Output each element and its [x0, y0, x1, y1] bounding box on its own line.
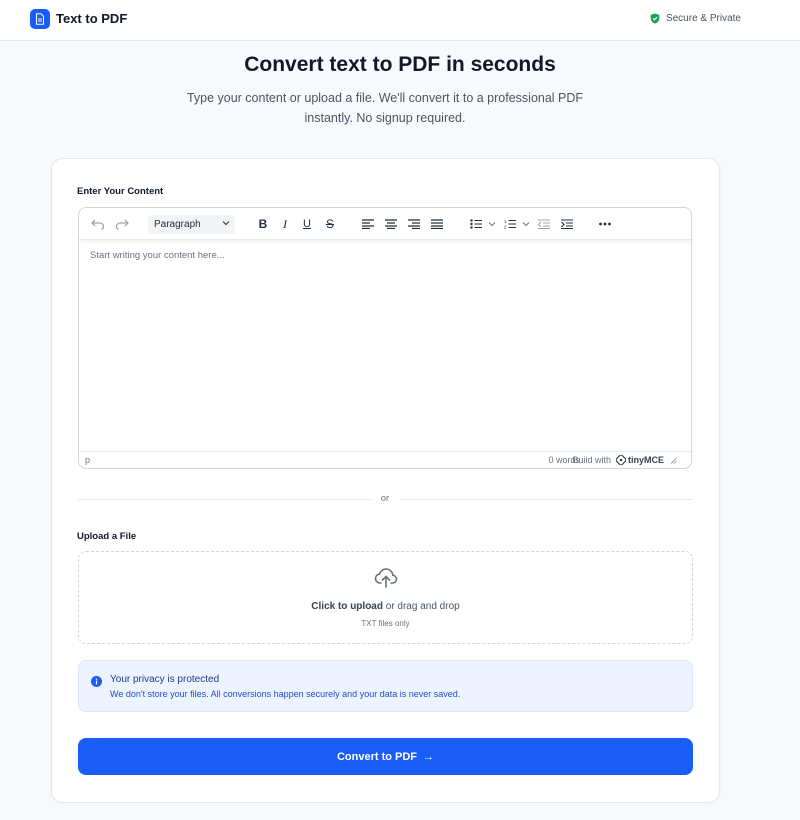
redo-icon[interactable]: [113, 215, 131, 233]
dropzone-instructions: Click to upload or drag and drop: [79, 601, 692, 612]
click-to-upload-link[interactable]: Click to upload: [311, 601, 383, 612]
underline-button[interactable]: U: [298, 215, 316, 233]
align-left-icon[interactable]: [359, 215, 377, 233]
more-icon[interactable]: [596, 215, 614, 233]
editor-body-placeholder[interactable]: Start writing your content here...: [90, 250, 225, 261]
file-type-hint: TXT files only: [361, 619, 410, 628]
secure-badge: Secure & Private: [650, 13, 741, 24]
privacy-notice: Your privacy is protected We don't store…: [78, 660, 693, 712]
align-justify-icon[interactable]: [428, 215, 446, 233]
page-title: Convert text to PDF in seconds: [244, 53, 556, 76]
document-logo-icon[interactable]: [30, 9, 50, 29]
undo-icon[interactable]: [89, 215, 107, 233]
page-subtitle: Type your content or upload a file. We'l…: [186, 91, 584, 125]
editor-toolbar: Paragraph B I U S 12: [79, 208, 691, 240]
tinymce-brand: tinyMCE: [628, 455, 664, 465]
align-center-icon[interactable]: [382, 215, 400, 233]
resize-handle-icon[interactable]: [670, 457, 677, 464]
drag-drop-text: or drag and drop: [382, 601, 460, 612]
convert-button-label: Convert to PDF: [336, 750, 418, 763]
tinymce-logo-icon: [616, 455, 626, 465]
chevron-down-icon: [222, 221, 230, 226]
editor-statusbar: p 0 words Build with tinyMCE: [79, 451, 691, 468]
block-format-value: Paragraph: [154, 219, 201, 230]
shield-check-icon: [650, 13, 660, 24]
privacy-title: Your privacy is protected: [110, 674, 220, 685]
italic-button[interactable]: I: [276, 215, 294, 233]
built-with-label: Build with: [572, 455, 611, 465]
svg-text:2: 2: [504, 225, 507, 230]
outdent-icon[interactable]: [535, 215, 553, 233]
block-format-select[interactable]: Paragraph: [148, 215, 235, 234]
cloud-upload-icon: [374, 568, 398, 588]
strikethrough-button[interactable]: S: [321, 215, 339, 233]
tinymce-branding[interactable]: Build with tinyMCE: [572, 455, 677, 465]
file-dropzone[interactable]: Click to upload or drag and drop TXT fil…: [78, 551, 693, 644]
or-divider-text: or: [371, 493, 399, 504]
rich-text-editor[interactable]: Paragraph B I U S 12 Start writing your …: [78, 207, 692, 469]
info-icon: [91, 676, 102, 687]
top-bar: Text to PDF Secure & Private: [0, 0, 800, 41]
convert-to-pdf-button[interactable]: Convert to PDF →: [78, 738, 693, 775]
bold-button[interactable]: B: [254, 215, 272, 233]
upload-label: Upload a File: [77, 531, 137, 542]
bullet-list-icon[interactable]: [469, 215, 499, 233]
secure-label: Secure & Private: [665, 13, 741, 24]
indent-icon[interactable]: [558, 215, 576, 233]
privacy-text: We don't store your files. All conversio…: [110, 689, 461, 699]
arrow-right-icon: →: [423, 750, 435, 763]
brand-name[interactable]: Text to PDF: [56, 11, 127, 26]
align-right-icon[interactable]: [405, 215, 423, 233]
element-path[interactable]: p: [85, 455, 90, 465]
content-label: Enter Your Content: [77, 186, 164, 197]
svg-text:1: 1: [504, 219, 507, 224]
numbered-list-icon[interactable]: 12: [503, 215, 533, 233]
